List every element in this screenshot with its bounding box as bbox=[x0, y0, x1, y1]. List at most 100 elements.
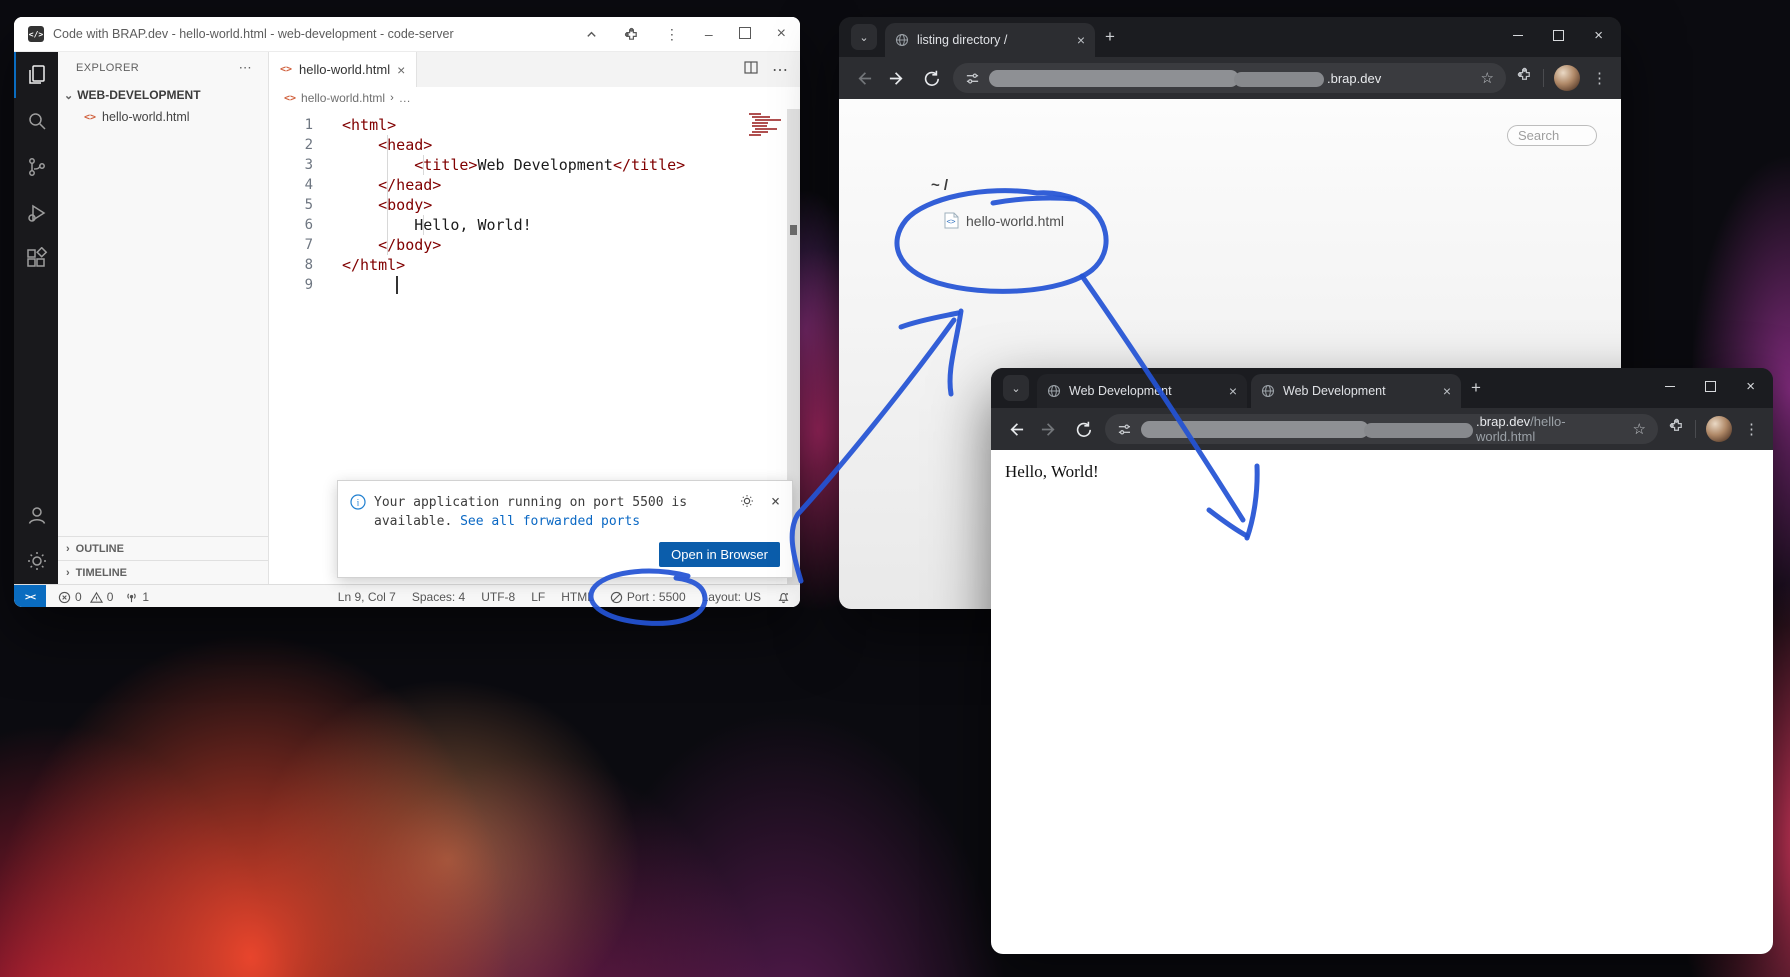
problems-status[interactable]: 0 0 bbox=[58, 590, 113, 604]
forward-button[interactable] bbox=[1037, 417, 1061, 441]
code-line: 4 </head> bbox=[269, 175, 800, 195]
forwarded-ports-link[interactable]: See all forwarded ports bbox=[460, 514, 640, 529]
svg-text:i: i bbox=[357, 498, 360, 508]
bookmark-star-icon[interactable]: ☆ bbox=[1633, 420, 1646, 438]
notification-close-icon[interactable]: × bbox=[771, 491, 780, 511]
text-cursor bbox=[396, 276, 398, 294]
code-line: 9 bbox=[269, 275, 800, 295]
outline-section[interactable]: › OUTLINE bbox=[58, 536, 268, 560]
reload-button[interactable] bbox=[1071, 417, 1095, 441]
remote-indicator[interactable]: >< bbox=[14, 585, 46, 607]
eol-status[interactable]: LF bbox=[531, 590, 545, 604]
chevron-right-icon: › bbox=[390, 92, 394, 104]
tab-web-development-1[interactable]: Web Development × bbox=[1037, 374, 1247, 408]
back-button[interactable] bbox=[1003, 417, 1027, 441]
chevron-down-icon: ⌄ bbox=[64, 89, 73, 102]
explorer-header: EXPLORER bbox=[76, 62, 139, 74]
address-bar[interactable]: .brap.dev ☆ bbox=[953, 63, 1506, 93]
vscode-window: </> Code with BRAP.dev - hello-world.htm… bbox=[14, 17, 800, 607]
code-line: 2 <head> bbox=[269, 135, 800, 155]
port-status[interactable]: Port : 5500 bbox=[610, 590, 686, 604]
minimize-button[interactable]: – bbox=[705, 27, 713, 41]
explorer-actions-icon[interactable]: ⋯ bbox=[239, 60, 252, 76]
browser-menu-icon[interactable]: ⋮ bbox=[1590, 69, 1609, 87]
redacted-url-blur bbox=[989, 70, 1239, 87]
ports-status[interactable]: 1 bbox=[125, 590, 149, 604]
site-settings-icon[interactable] bbox=[965, 71, 980, 86]
profile-avatar[interactable] bbox=[1706, 416, 1732, 442]
tab-search-chevron-icon[interactable]: ⌄ bbox=[851, 24, 877, 50]
new-tab-button[interactable]: + bbox=[1105, 28, 1115, 45]
reload-button[interactable] bbox=[919, 66, 943, 90]
extensions-puzzle-icon[interactable] bbox=[1668, 418, 1685, 440]
indentation-status[interactable]: Spaces: 4 bbox=[412, 590, 465, 604]
tab-close-icon[interactable]: × bbox=[1229, 383, 1237, 399]
tab-strip: ⌄ listing directory / × + × bbox=[839, 17, 1621, 57]
redacted-url-blur bbox=[1364, 423, 1473, 438]
maximize-button[interactable] bbox=[739, 27, 751, 41]
extensions-icon[interactable] bbox=[14, 236, 58, 282]
chevron-up-icon[interactable] bbox=[585, 28, 598, 41]
scrollbar-thumb[interactable] bbox=[790, 225, 797, 235]
tab-hello-world[interactable]: <> hello-world.html × bbox=[269, 52, 417, 87]
search-icon[interactable] bbox=[14, 98, 58, 144]
accounts-icon[interactable] bbox=[14, 492, 58, 538]
open-in-browser-button[interactable]: Open in Browser bbox=[659, 542, 780, 567]
html-file-icon: <> bbox=[280, 64, 292, 75]
minimize-button[interactable] bbox=[1513, 35, 1523, 37]
maximize-button[interactable] bbox=[1705, 381, 1716, 392]
notification-settings-gear-icon[interactable] bbox=[740, 493, 754, 513]
breadcrumb[interactable]: <> hello-world.html › … bbox=[269, 87, 800, 109]
globe-icon bbox=[1047, 384, 1061, 398]
toolbar-divider bbox=[1543, 69, 1544, 87]
tab-search-chevron-icon[interactable]: ⌄ bbox=[1003, 375, 1029, 401]
bookmark-star-icon[interactable]: ☆ bbox=[1481, 69, 1494, 87]
close-button[interactable]: × bbox=[777, 26, 786, 42]
run-debug-icon[interactable] bbox=[14, 190, 58, 236]
profile-avatar[interactable] bbox=[1554, 65, 1580, 91]
tab-web-development-2[interactable]: Web Development × bbox=[1251, 374, 1461, 408]
back-button[interactable] bbox=[851, 66, 875, 90]
language-mode-status[interactable]: HTML bbox=[561, 590, 594, 604]
settings-gear-icon[interactable] bbox=[14, 538, 58, 584]
editor-area: <> hello-world.html × ⋯ <> hello-world.h… bbox=[269, 52, 800, 584]
new-tab-button[interactable]: + bbox=[1471, 379, 1481, 396]
code-editor[interactable]: 1<html>2 <head>3 <title>Web Development<… bbox=[269, 109, 800, 584]
cursor-position-status[interactable]: Ln 9, Col 7 bbox=[338, 590, 396, 604]
chevron-right-icon: › bbox=[66, 567, 70, 579]
editor-tabbar: <> hello-world.html × ⋯ bbox=[269, 52, 800, 87]
folder-web-development[interactable]: ⌄ WEB-DEVELOPMENT bbox=[58, 84, 268, 106]
maximize-button[interactable] bbox=[1553, 30, 1564, 41]
code-line: 3 <title>Web Development</title> bbox=[269, 155, 800, 175]
tab-close-icon[interactable]: × bbox=[1077, 32, 1085, 48]
tab-listing-directory[interactable]: listing directory / × bbox=[885, 23, 1095, 57]
tab-close-icon[interactable]: × bbox=[1443, 383, 1451, 399]
extensions-puzzle-icon[interactable] bbox=[1516, 67, 1533, 89]
editor-more-actions-icon[interactable]: ⋯ bbox=[772, 60, 788, 80]
encoding-status[interactable]: UTF-8 bbox=[481, 590, 515, 604]
explorer-sidebar: EXPLORER ⋯ ⌄ WEB-DEVELOPMENT <> hello-wo… bbox=[58, 52, 269, 584]
close-button[interactable]: × bbox=[1594, 28, 1603, 43]
extensions-puzzle-icon[interactable] bbox=[624, 27, 639, 42]
minimize-button[interactable] bbox=[1665, 386, 1675, 388]
source-control-icon[interactable] bbox=[14, 144, 58, 190]
timeline-section[interactable]: › TIMELINE bbox=[58, 560, 268, 584]
explorer-icon[interactable] bbox=[14, 52, 58, 98]
forward-button[interactable] bbox=[885, 66, 909, 90]
search-input[interactable] bbox=[1507, 125, 1597, 146]
file-hello-world[interactable]: <> hello-world.html bbox=[58, 106, 268, 128]
keyboard-layout-status[interactable]: Layout: US bbox=[702, 590, 761, 604]
html-doc-icon: <> bbox=[944, 212, 959, 229]
close-button[interactable]: × bbox=[1746, 379, 1755, 394]
split-editor-icon[interactable] bbox=[744, 61, 758, 79]
redacted-url-blur bbox=[1234, 72, 1324, 87]
activity-bar bbox=[14, 52, 58, 584]
site-settings-icon[interactable] bbox=[1117, 422, 1132, 437]
code-server-app-icon: </> bbox=[28, 26, 44, 42]
file-link-hello-world[interactable]: <> hello-world.html bbox=[944, 212, 1064, 229]
tab-close-icon[interactable]: × bbox=[397, 62, 405, 78]
kebab-menu-icon[interactable]: ⋮ bbox=[665, 27, 679, 41]
notifications-bell-icon[interactable] bbox=[777, 591, 790, 604]
address-bar[interactable]: .brap.dev/hello-world.html ☆ bbox=[1105, 414, 1658, 444]
browser-menu-icon[interactable]: ⋮ bbox=[1742, 420, 1761, 438]
